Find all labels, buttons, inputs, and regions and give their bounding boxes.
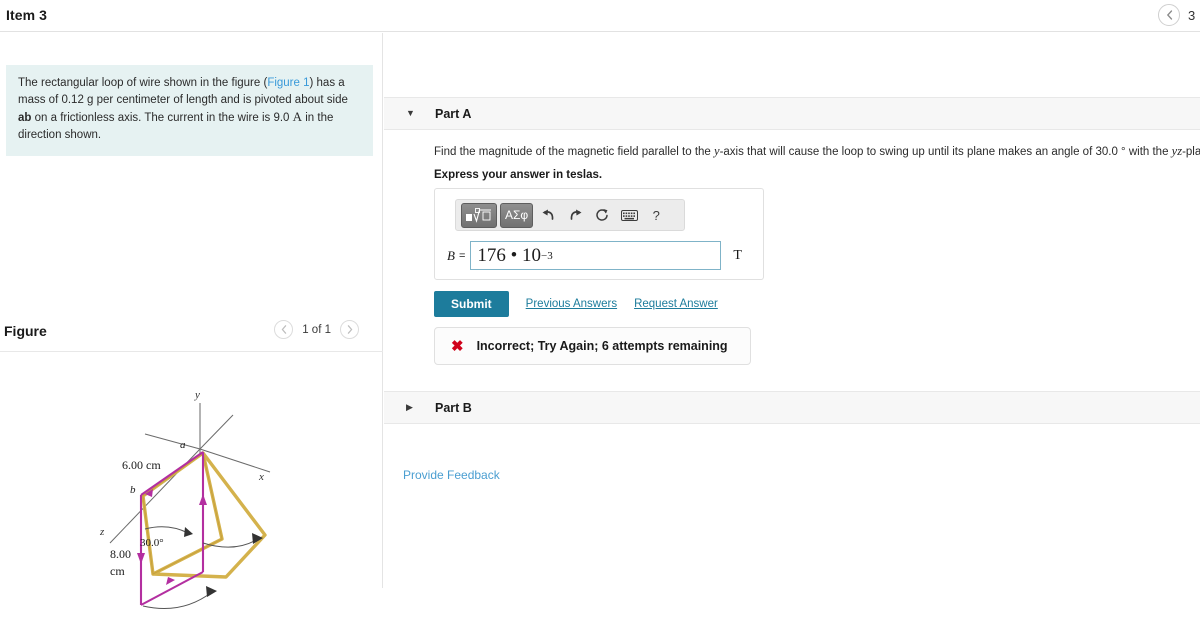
part-a-label: Part A xyxy=(435,107,472,121)
problem-statement: The rectangular loop of wire shown in th… xyxy=(6,65,373,156)
figure-label-angle: 30.0° xyxy=(140,537,164,549)
answer-entry-box: ΑΣφ ? B = 176 • 10 −3 T xyxy=(434,188,764,280)
answer-value-exponent: −3 xyxy=(541,249,553,262)
figure-prev-button[interactable] xyxy=(274,320,294,339)
figure-next-button[interactable] xyxy=(340,320,359,339)
template-math-icon[interactable] xyxy=(461,202,497,228)
figure-label-y: y xyxy=(194,389,200,401)
figure-header: Figure 1 of 1 xyxy=(0,314,383,352)
left-panel: The rectangular loop of wire shown in th… xyxy=(0,33,383,609)
chevron-left-icon xyxy=(281,325,286,334)
answer-row: B = 176 • 10 −3 T xyxy=(447,241,742,270)
caret-down-icon[interactable]: ▼ xyxy=(406,109,415,118)
answer-equals-sign: = xyxy=(458,249,466,262)
figure-title: Figure xyxy=(4,323,47,339)
page-title: Item 3 xyxy=(6,7,48,23)
help-icon[interactable]: ? xyxy=(644,203,668,227)
top-navigation: 3 xyxy=(1158,4,1200,26)
figure-image[interactable]: y x z a b 6.00 cm 8.00 cm 30.0° xyxy=(0,353,383,621)
z-axis-line-front xyxy=(199,414,234,450)
chevron-left-icon xyxy=(1166,10,1172,20)
figure-1-link[interactable]: Figure 1 xyxy=(267,77,309,89)
feedback-message: Incorrect; Try Again; 6 attempts remaini… xyxy=(476,339,728,353)
top-bar: Item 3 3 xyxy=(0,0,1200,32)
statement-text-1: The rectangular loop of wire shown in th… xyxy=(18,77,268,89)
undo-icon[interactable] xyxy=(536,203,560,227)
part-b-label: Part B xyxy=(435,401,472,415)
figure-label-b: b xyxy=(130,484,136,496)
figure-navigation: 1 of 1 xyxy=(274,320,359,339)
question-text-post: -plane. xyxy=(1182,146,1200,158)
figure-label-side-length: 6.00 cm xyxy=(122,458,161,472)
current-arrow-right xyxy=(199,494,207,505)
submit-button[interactable]: Submit xyxy=(434,291,509,317)
greek-symbols-button[interactable]: ΑΣφ xyxy=(500,202,534,228)
part-a-header[interactable]: ▼ Part A xyxy=(384,97,1200,130)
redo-icon[interactable] xyxy=(563,203,587,227)
answer-input[interactable]: 176 • 10 −3 xyxy=(470,241,722,270)
reset-icon[interactable] xyxy=(590,203,614,227)
figure-label-height-2: cm xyxy=(110,564,125,578)
statement-text-3: on a frictionless axis. The current in t… xyxy=(31,112,293,125)
math-toolbar: ΑΣφ ? xyxy=(455,199,685,231)
provide-feedback-link[interactable]: Provide Feedback xyxy=(403,468,500,482)
figure-label-height-1: 8.00 xyxy=(110,547,131,561)
status-badge: ✖ Incorrect; Try Again; 6 attempts remai… xyxy=(434,327,751,365)
question-var-yz: yz xyxy=(1171,144,1183,158)
request-answer-link[interactable]: Request Answer xyxy=(634,298,718,310)
swing-arc-bottom xyxy=(142,591,213,609)
question-text-pre: Find the magnitude of the magnetic field… xyxy=(434,146,715,158)
figure-count-label: 1 of 1 xyxy=(302,323,331,336)
figure-label-a: a xyxy=(180,439,186,451)
figure-label-x: x xyxy=(258,471,264,483)
part-b-header[interactable]: ▶ Part B xyxy=(384,391,1200,424)
current-arrow-left xyxy=(137,553,145,564)
answer-variable-label: B xyxy=(447,247,455,263)
keyboard-icon[interactable] xyxy=(617,203,641,227)
angle-arc xyxy=(144,526,189,534)
current-arrow-bottom xyxy=(166,577,175,585)
answer-value-mantissa: 176 • 10 xyxy=(477,244,542,266)
answer-unit-label: T xyxy=(733,247,742,263)
x-mark-icon: ✖ xyxy=(451,337,464,355)
previous-answers-link[interactable]: Previous Answers xyxy=(526,298,617,310)
caret-right-icon[interactable]: ▶ xyxy=(406,403,413,412)
chevron-right-icon xyxy=(347,325,352,334)
statement-amp-unit: A xyxy=(292,109,303,125)
express-instruction: Express your answer in teslas. xyxy=(434,169,603,181)
sqrt-template-icon xyxy=(466,207,491,223)
loop-diagram-svg: y x z a b 6.00 cm 8.00 cm 30.0° xyxy=(99,389,271,609)
submit-row: Submit Previous Answers Request Answer xyxy=(434,291,718,317)
figure-label-z: z xyxy=(99,526,105,538)
item-number: 3 xyxy=(1188,7,1196,23)
part-a-question: Find the magnitude of the magnetic field… xyxy=(434,143,1200,161)
previous-item-button[interactable] xyxy=(1158,4,1180,26)
statement-bold-ab: ab xyxy=(18,112,32,125)
question-text-mid: -axis that will cause the loop to swing … xyxy=(719,146,1172,158)
x-axis-line-back xyxy=(144,433,201,450)
right-panel: ▼ Part A Find the magnitude of the magne… xyxy=(384,33,1200,588)
